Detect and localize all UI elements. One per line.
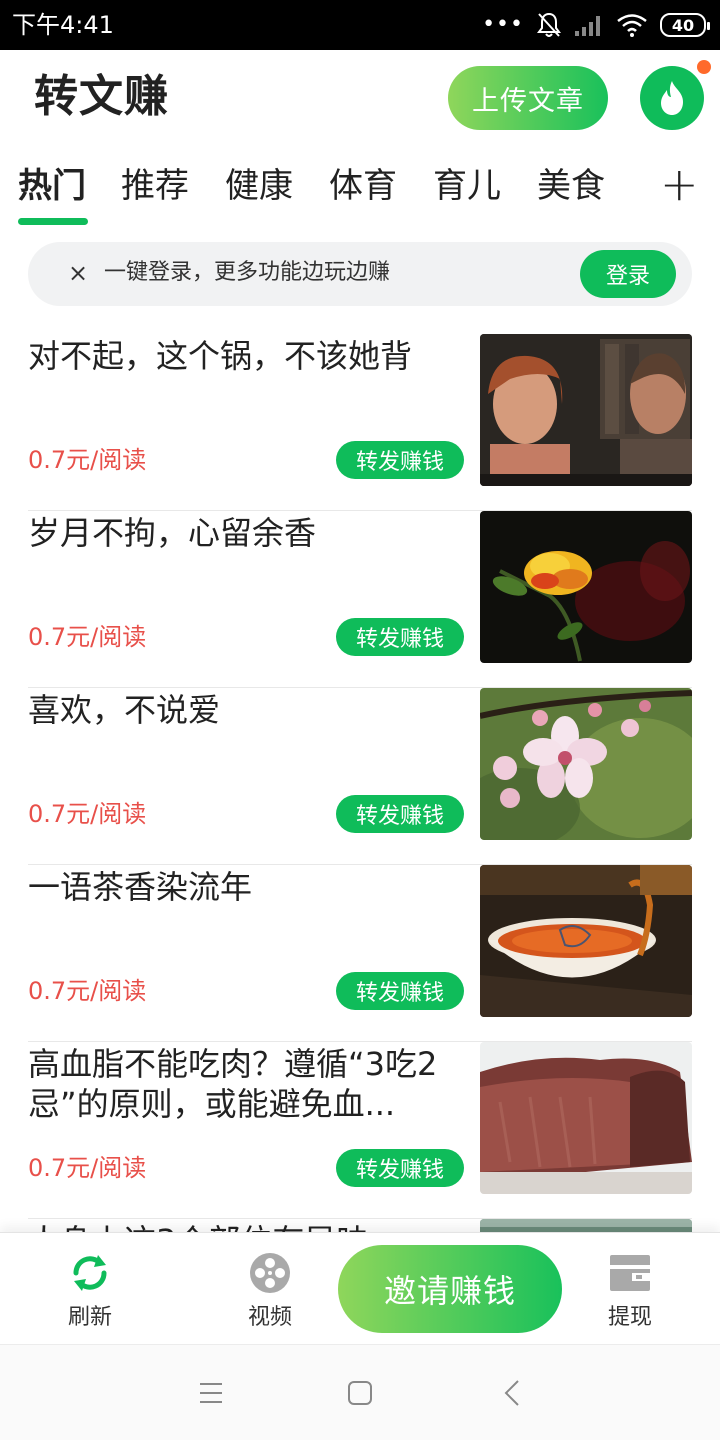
active-tab-indicator [18,218,88,225]
withdraw-button[interactable]: 提现 [580,1251,680,1333]
video-label: 视频 [247,1305,292,1330]
video-button[interactable]: 视频 [220,1251,320,1333]
login-banner-text: 一键登录，更多功能边玩边赚 [104,260,391,285]
share-earn-button[interactable]: 转发赚钱 [336,795,464,833]
wifi-icon [617,14,647,37]
article-price: 0.7元/阅读 [28,623,147,651]
article-thumbnail[interactable] [480,511,692,663]
tab-sports[interactable]: 体育 [329,160,397,212]
tab-parenting[interactable]: 育儿 [433,160,501,212]
battery-icon: 40 [660,13,710,37]
category-tabs: 热门 推荐 健康 体育 育儿 美食 + [0,158,720,230]
tab-hot[interactable]: 热门 [18,160,86,212]
notification-dot [697,60,711,74]
tab-food[interactable]: 美食 [537,160,605,212]
system-nav-bar [0,1344,720,1440]
article-title[interactable]: 一语茶香染流年 [28,867,458,907]
hot-fire-button[interactable] [640,66,704,130]
article-title[interactable]: 高血脂不能吃肉？遵循“3吃2忌”的原则，或能避免血... [28,1044,458,1124]
app-title: 转文赚 [34,71,169,122]
refresh-button[interactable]: 刷新 [40,1251,140,1333]
signal-icon [575,16,600,36]
back-icon[interactable] [500,1379,524,1407]
article-item[interactable]: 高血脂不能吃肉？遵循“3吃2忌”的原则，或能避免血... 0.7元/阅读 转发赚… [28,1042,692,1219]
article-price: 0.7元/阅读 [28,800,147,828]
upload-article-button[interactable]: 上传文章 [448,66,608,130]
article-price: 0.7元/阅读 [28,1154,147,1182]
invite-earn-button[interactable]: 邀请赚钱 [338,1245,562,1333]
share-earn-button[interactable]: 转发赚钱 [336,618,464,656]
article-title[interactable]: 喜欢，不说爱 [28,690,458,730]
tab-health[interactable]: 健康 [225,160,293,212]
status-icons: ••• 40 [482,10,710,40]
status-time: 下午4:41 [12,11,114,39]
close-banner-icon[interactable]: × [68,258,88,288]
refresh-label: 刷新 [67,1305,112,1330]
more-dots-icon: ••• [482,12,524,37]
article-title[interactable]: 对不起，这个锅，不该她背 [28,336,458,376]
withdraw-label: 提现 [607,1305,652,1330]
mute-icon [537,12,561,37]
wallet-icon [610,1255,650,1291]
article-item[interactable]: 一语茶香染流年 0.7元/阅读 转发赚钱 [28,865,692,1042]
refresh-icon [73,1255,107,1291]
fire-icon [661,81,683,115]
login-button[interactable]: 登录 [580,250,676,298]
article-thumbnail[interactable] [480,1042,692,1194]
tab-recommend[interactable]: 推荐 [121,160,189,212]
article-thumbnail[interactable] [480,865,692,1017]
article-item[interactable]: 岁月不拘，心留余香 0.7元/阅读 转发赚钱 [28,511,692,688]
article-item[interactable]: 喜欢，不说爱 0.7元/阅读 转发赚钱 [28,688,692,865]
article-price: 0.7元/阅读 [28,977,147,1005]
article-title[interactable]: 岁月不拘，心留余香 [28,513,458,553]
article-thumbnail[interactable] [480,334,692,486]
article-thumbnail[interactable] [480,688,692,840]
film-reel-icon [250,1253,290,1293]
status-bar: 下午4:41 ••• 40 [0,0,720,50]
bottom-nav-bar: 刷新 视频 邀请赚钱 提现 [0,1232,720,1344]
article-item[interactable]: 对不起，这个锅，不该她背 0.7元/阅读 转发赚钱 [28,334,692,511]
menu-icon[interactable] [198,1381,224,1405]
article-price: 0.7元/阅读 [28,446,147,474]
add-tab-button[interactable]: + [660,158,699,210]
home-icon[interactable] [347,1380,373,1406]
login-banner: × 一键登录，更多功能边玩边赚 登录 [28,242,692,306]
share-earn-button[interactable]: 转发赚钱 [336,972,464,1010]
share-earn-button[interactable]: 转发赚钱 [336,1149,464,1187]
share-earn-button[interactable]: 转发赚钱 [336,441,464,479]
